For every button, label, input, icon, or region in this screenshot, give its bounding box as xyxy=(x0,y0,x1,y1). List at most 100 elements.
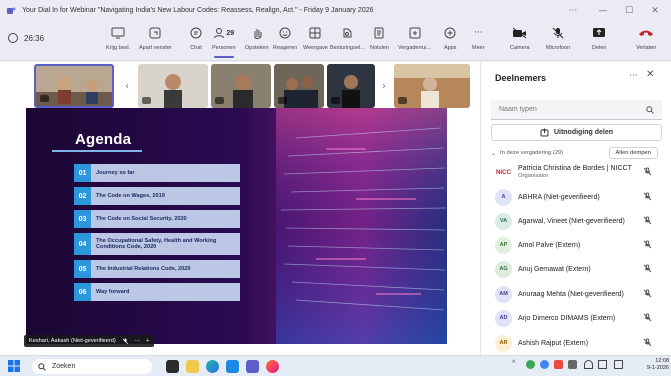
participant-row[interactable]: A ABHRA (Niet-geverifieerd) xyxy=(491,186,662,208)
chat-icon xyxy=(190,27,202,39)
participants-panel: Deelnemers ··· ✕ Uitnodiging delen ⌄ In … xyxy=(480,62,671,355)
title-underline xyxy=(52,150,142,152)
avatar: VA xyxy=(495,212,512,230)
avatar: A xyxy=(495,188,512,206)
clock-icon xyxy=(8,33,18,43)
participant-row[interactable]: AM Anuraag Mehta (Niet-geverifieerd) xyxy=(491,283,662,305)
apps-label: Apps xyxy=(444,45,457,51)
strip-next-icon[interactable]: › xyxy=(378,78,390,94)
meeting-section-header[interactable]: ⌄ In deze vergadering (29) Allen dempen xyxy=(491,146,662,160)
more-icon[interactable]: ··· xyxy=(135,338,140,344)
panel-close-icon[interactable]: ✕ xyxy=(646,69,654,80)
search-input[interactable] xyxy=(499,106,646,113)
microphone-button[interactable]: Microfoon xyxy=(546,24,570,58)
windows-start-icon[interactable] xyxy=(8,360,20,372)
video-tile[interactable] xyxy=(138,64,208,108)
tray-app-icon[interactable] xyxy=(554,360,563,369)
rooms-icon xyxy=(409,27,421,39)
tray-app-icon[interactable] xyxy=(526,360,535,369)
video-tile[interactable] xyxy=(327,64,375,108)
tray-app-icon[interactable] xyxy=(568,360,577,369)
people-label: Personen xyxy=(212,45,236,51)
breakout-rooms-button[interactable]: Vergaderrui... xyxy=(398,24,431,58)
agenda-item: 01 Journey so far xyxy=(74,164,240,182)
more-button[interactable]: ··· Meer xyxy=(472,24,485,58)
tray-app-icon[interactable] xyxy=(540,360,549,369)
mic-muted-icon xyxy=(643,216,652,225)
strip-prev-icon[interactable]: ‹ xyxy=(121,78,133,94)
participant-name: Agarwal, Vineet (Niet-geverifieerd) xyxy=(518,217,625,225)
tray-chevron-icon[interactable]: ^ xyxy=(512,360,521,369)
agenda-text: The Industrial Relations Code, 2020 xyxy=(91,260,240,278)
share-screen-icon xyxy=(593,28,606,37)
controls-icon xyxy=(343,28,352,38)
participant-row[interactable]: AP Amol Palve (Extern) xyxy=(491,234,662,256)
leave-label: Verlaten xyxy=(636,45,657,51)
video-tile[interactable] xyxy=(34,64,114,108)
pin-icon[interactable]: + xyxy=(146,338,149,344)
avatar: AM xyxy=(495,285,512,303)
raise-control-label: Krijg besl. xyxy=(106,45,131,51)
apps-button[interactable]: Apps xyxy=(444,24,457,58)
chat-button[interactable]: Chat xyxy=(190,24,202,58)
file-explorer-icon[interactable] xyxy=(186,360,199,373)
mute-all-button[interactable]: Allen dempen xyxy=(608,147,658,159)
taskview-app-icon[interactable] xyxy=(166,360,179,373)
shared-slide: Agenda 01 Journey so far 02 The Code on … xyxy=(26,108,447,344)
meeting-toolbar: 26:36 Krijg besl. Apart venster Chat 29 … xyxy=(0,21,671,61)
window-title: Your Dial In for Webinar "Navigating Ind… xyxy=(22,7,374,14)
outlook-icon[interactable] xyxy=(226,360,239,373)
wifi-icon[interactable] xyxy=(584,360,593,369)
people-button[interactable]: 29 Personen xyxy=(212,24,236,58)
agenda-text: The Code on Wages, 2019 xyxy=(91,187,240,205)
battery-icon[interactable] xyxy=(614,360,623,369)
participant-search[interactable] xyxy=(491,100,662,120)
participant-row[interactable]: VA Agarwal, Vineet (Niet-geverifieerd) xyxy=(491,210,662,232)
participant-row[interactable]: AD Arjo Dimerco DIMAMS (Extern) xyxy=(491,307,662,329)
taskbar-clock[interactable]: 12:08 9-1-2026 xyxy=(641,358,669,373)
camera-button[interactable]: Camera xyxy=(510,24,530,58)
share-icon xyxy=(540,128,549,137)
teams-taskbar-icon[interactable] xyxy=(246,360,259,373)
raise-hand-label: Opsteken xyxy=(245,45,269,51)
participant-row[interactable]: AR Ashish Rajput (Extern) xyxy=(491,332,662,354)
add-app-icon xyxy=(444,27,456,39)
mic-status-icon xyxy=(215,97,224,104)
panel-title: Deelnemers xyxy=(495,73,547,83)
panel-more-icon[interactable]: ··· xyxy=(629,71,638,81)
agenda-text: The Code on Social Security, 2020 xyxy=(91,210,240,228)
participant-name: Anuraag Mehta (Niet-geverifieerd) xyxy=(518,290,624,298)
avatar: AG xyxy=(495,260,512,278)
leave-button[interactable]: Verlaten xyxy=(636,24,656,58)
mic-status-icon xyxy=(398,97,407,104)
section-label: In deze vergadering (29) xyxy=(500,150,564,156)
view-button[interactable]: Weergave xyxy=(303,24,328,58)
raise-hand-button[interactable]: Opsteken xyxy=(245,24,269,58)
edge-browser-icon[interactable] xyxy=(206,360,219,373)
presenter-name-tag: Keshari, Aakash (Niet-geverifieerd) ··· … xyxy=(24,335,155,347)
firefox-icon[interactable] xyxy=(266,360,279,373)
teams-app-icon xyxy=(7,7,16,14)
share-invite-button[interactable]: Uitnodiging delen xyxy=(491,124,662,141)
video-tile[interactable] xyxy=(394,64,470,108)
react-button[interactable]: Reageren xyxy=(273,24,297,58)
volume-icon[interactable] xyxy=(598,360,607,369)
share-label: Delen xyxy=(592,45,607,51)
more-options-icon[interactable]: ··· xyxy=(558,0,588,21)
microphone-muted-icon xyxy=(552,27,564,39)
raise-control-button[interactable]: Krijg besl. xyxy=(106,24,130,58)
controls-button[interactable]: Besturingsel... xyxy=(330,24,365,58)
video-tile[interactable] xyxy=(274,64,324,108)
share-button[interactable]: Delen xyxy=(592,24,606,58)
video-tile[interactable] xyxy=(211,64,271,108)
participant-row[interactable]: NICC Patricia Christina de Bordes | NICC… xyxy=(491,161,662,183)
popout-icon xyxy=(149,27,161,39)
avatar: AR xyxy=(495,334,512,352)
agenda-text: Journey so far xyxy=(91,164,240,182)
separate-window-button[interactable]: Apart venster xyxy=(139,24,172,58)
close-button[interactable]: ✕ xyxy=(640,0,670,21)
participant-row[interactable]: AG Anuj Gemawat (Extern) xyxy=(491,258,662,280)
mic-status-icon xyxy=(40,95,49,102)
taskbar-search[interactable]: Zoeken xyxy=(32,359,152,374)
notes-button[interactable]: Notulen xyxy=(370,24,389,58)
